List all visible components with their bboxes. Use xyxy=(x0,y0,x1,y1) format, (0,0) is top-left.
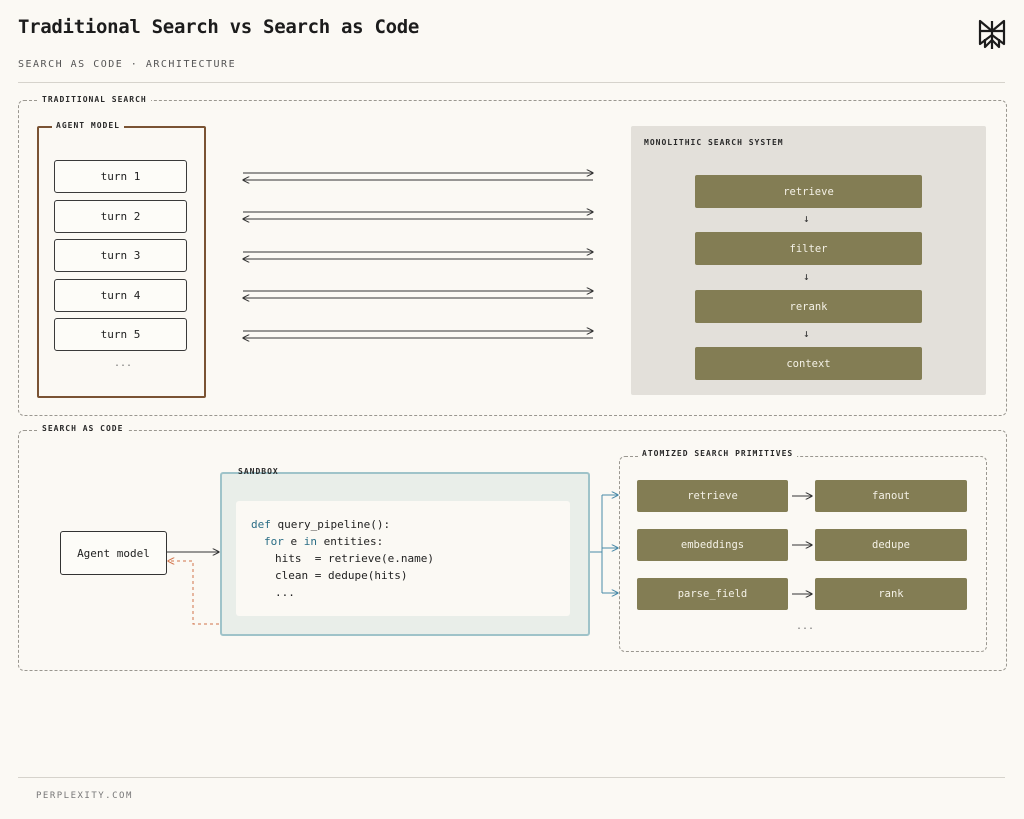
code-line-5: ... xyxy=(275,586,295,599)
step-retrieve: retrieve xyxy=(695,175,922,208)
footer-link[interactable]: PERPLEXITY.COM xyxy=(36,791,133,801)
arrow-down-icon: ↓ xyxy=(803,212,810,225)
code-line-1: def query_pipeline(): xyxy=(251,518,390,531)
code-text: query_pipeline(): xyxy=(270,518,391,531)
step-rerank: rerank xyxy=(695,290,922,323)
turn-box: turn 5 xyxy=(54,318,187,351)
primitive-fanout: fanout xyxy=(815,480,967,512)
step-context: context xyxy=(695,347,922,380)
code-line-2: for e in entities: xyxy=(264,535,383,548)
monolithic-search-system-label: MONOLITHIC SEARCH SYSTEM xyxy=(644,138,784,147)
turn-box: turn 3 xyxy=(54,239,187,272)
code-line-4: clean = dedupe(hits) xyxy=(275,569,408,582)
arrow-down-icon: ↓ xyxy=(803,270,810,283)
code-text: entities: xyxy=(317,535,384,548)
turn-box: turn 1 xyxy=(54,160,187,193)
code-keyword: for xyxy=(264,535,284,548)
primitive-retrieve: retrieve xyxy=(637,480,788,512)
arrow-down-icon: ↓ xyxy=(803,327,810,340)
agent-model-label: AGENT MODEL xyxy=(52,121,124,130)
primitive-rank: rank xyxy=(815,578,967,610)
primitive-dedupe: dedupe xyxy=(815,529,967,561)
footer-divider xyxy=(18,777,1005,778)
code-keyword: def xyxy=(251,518,271,531)
search-as-code-label: SEARCH AS CODE xyxy=(38,424,128,433)
agent-model-node: Agent model xyxy=(60,531,167,575)
traditional-search-label: TRADITIONAL SEARCH xyxy=(38,95,151,104)
turns-ellipsis: ... xyxy=(114,358,133,369)
primitive-parse-field: parse_field xyxy=(637,578,788,610)
turn-box: turn 4 xyxy=(54,279,187,312)
turn-box: turn 2 xyxy=(54,200,187,233)
code-line-3: hits = retrieve(e.name) xyxy=(275,552,434,565)
sandbox-label: SANDBOX xyxy=(238,467,279,476)
primitive-embeddings: embeddings xyxy=(637,529,788,561)
atomized-primitives-label: ATOMIZED SEARCH PRIMITIVES xyxy=(638,449,798,458)
primitives-ellipsis: ... xyxy=(796,621,815,632)
step-filter: filter xyxy=(695,232,922,265)
code-text: e xyxy=(283,535,304,548)
code-keyword: in xyxy=(303,535,317,548)
